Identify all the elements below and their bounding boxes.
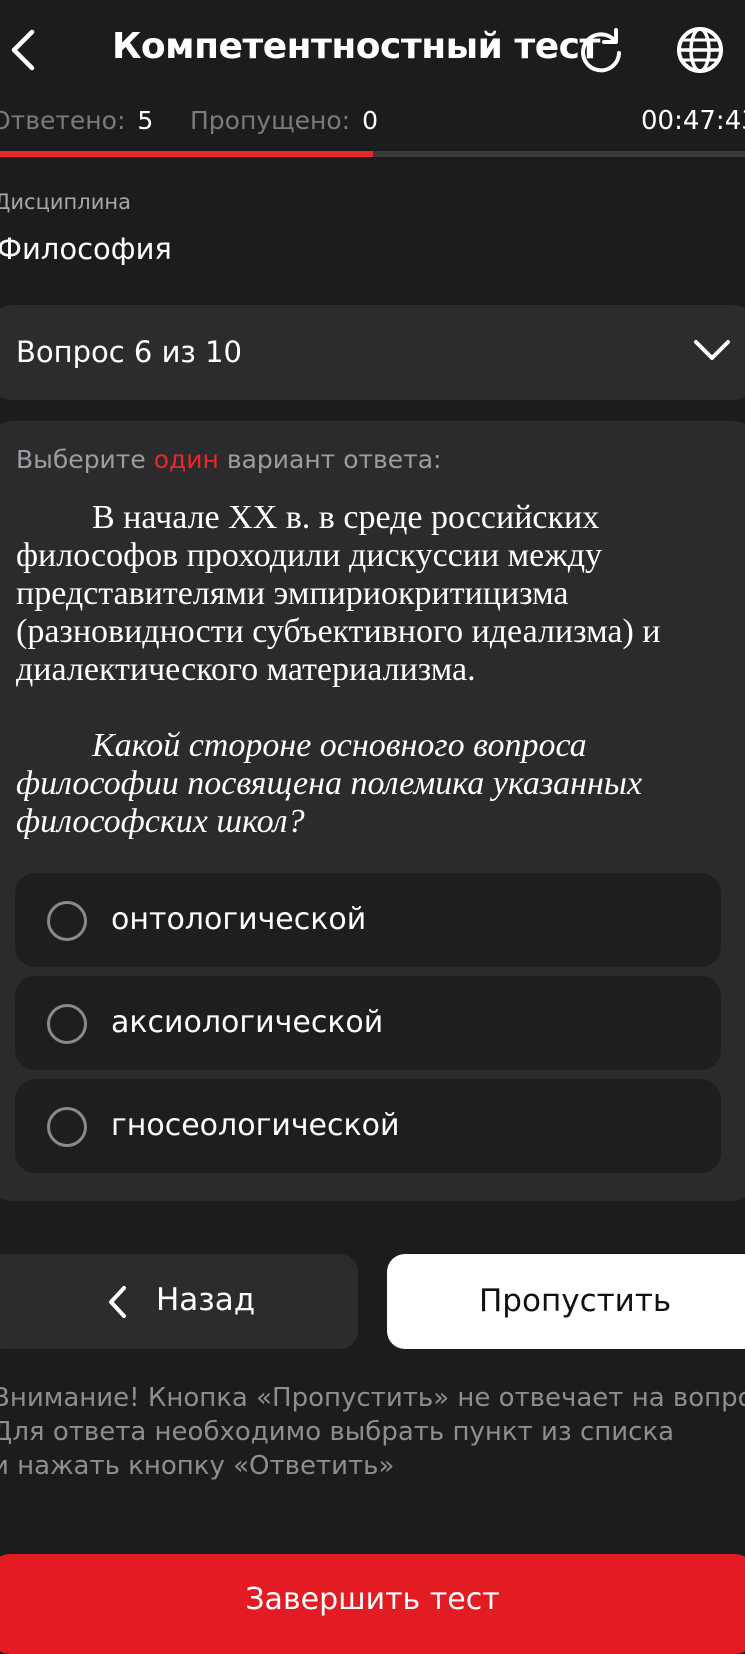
page-title: Компетентностный тест <box>112 26 600 67</box>
skip-notice: Внимание! Кнопка «Пропустить» не отвечае… <box>0 1381 745 1483</box>
globe-icon[interactable] <box>676 26 724 74</box>
notice-line: Для ответа необходимо выбрать пункт из с… <box>0 1417 675 1447</box>
answer-option-label: онтологической <box>111 902 367 937</box>
instruction-text-end: вариант ответа: <box>226 445 442 474</box>
discipline-value: Философия <box>0 232 172 266</box>
refresh-icon[interactable] <box>578 27 624 73</box>
chevron-left-icon <box>106 1285 128 1323</box>
back-button[interactable]: Назад <box>0 1254 358 1349</box>
progress-bar <box>0 151 745 157</box>
skip-button-label: Пропустить <box>479 1283 672 1319</box>
question-card: Выберите один вариант ответа: В начале X… <box>0 421 745 1201</box>
question-selector[interactable]: Вопрос 6 из 10 <box>0 305 745 400</box>
instruction-text: Выберите <box>16 445 146 474</box>
back-button-label: Назад <box>156 1282 256 1318</box>
question-text: В начале XX в. в среде российских филосо… <box>16 499 736 841</box>
radio-button[interactable] <box>47 1107 87 1147</box>
answered-counter: Ответено: 5 <box>0 106 153 135</box>
chevron-down-icon <box>693 335 731 369</box>
answer-option-label: гносеологической <box>111 1108 400 1143</box>
question-prompt: Какой стороне основного вопроса философи… <box>16 727 643 840</box>
answer-option[interactable]: онтологической <box>15 873 721 967</box>
skipped-value: 0 <box>362 106 379 135</box>
skip-button[interactable]: Пропустить <box>387 1254 745 1349</box>
answer-instruction: Выберите один вариант ответа: <box>16 445 441 474</box>
answer-option[interactable]: гносеологической <box>15 1079 721 1173</box>
instruction-highlight: один <box>153 445 219 474</box>
finish-test-button[interactable]: Завершить тест <box>0 1554 745 1654</box>
radio-button[interactable] <box>47 901 87 941</box>
progress-bar-fill <box>0 151 373 157</box>
answered-label: Ответено: <box>0 106 126 135</box>
discipline-label: Дисциплина <box>0 190 131 214</box>
skipped-label: Пропущено: <box>190 106 351 135</box>
notice-line: Внимание! Кнопка «Пропустить» не отвечае… <box>0 1383 745 1413</box>
answer-option-label: аксиологической <box>111 1005 384 1040</box>
notice-line: и нажать кнопку «Ответить» <box>0 1451 395 1481</box>
question-paragraph: В начале XX в. в среде российских филосо… <box>16 499 661 688</box>
timer: 00:47:43 <box>641 106 745 136</box>
answer-option[interactable]: аксиологической <box>15 976 721 1070</box>
radio-button[interactable] <box>47 1004 87 1044</box>
answered-value: 5 <box>137 106 154 135</box>
back-icon[interactable] <box>6 28 40 72</box>
skipped-counter: Пропущено: 0 <box>190 106 378 135</box>
question-selector-label: Вопрос 6 из 10 <box>16 335 242 369</box>
